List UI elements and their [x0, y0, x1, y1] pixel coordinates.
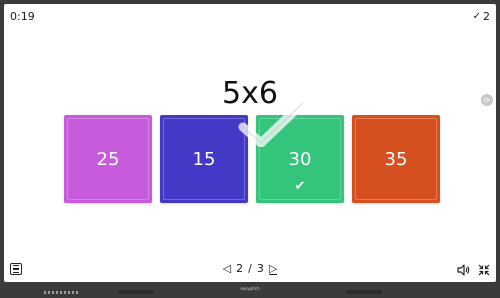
- quiz-screen: 0:19 ✓ 2 5x6 ⟳ 25 15 30 ✔ 35 ◁ 2 / 3 ▷: [4, 4, 496, 282]
- pagination: ◁ 2 / 3 ▷: [4, 262, 496, 275]
- correct-check-icon: ✔: [294, 179, 306, 194]
- bezel-ports: [44, 291, 80, 294]
- page-separator: /: [248, 262, 252, 275]
- bottom-toolbar: ◁ 2 / 3 ▷: [4, 260, 496, 282]
- answer-tile-35[interactable]: 35: [352, 115, 440, 203]
- refresh-icon[interactable]: ⟳: [481, 94, 493, 106]
- timer: 0:19: [10, 10, 35, 23]
- score-value: 2: [483, 10, 490, 23]
- next-page-icon[interactable]: ▷: [268, 263, 278, 275]
- previous-page-icon[interactable]: ◁: [223, 262, 231, 275]
- answer-label: 30: [288, 148, 312, 170]
- question-text: 5x6: [222, 76, 278, 111]
- exit-fullscreen-icon[interactable]: [478, 264, 490, 276]
- display-device: 0:19 ✓ 2 5x6 ⟳ 25 15 30 ✔ 35 ◁ 2 / 3 ▷ e…: [0, 0, 500, 298]
- answer-tile-25[interactable]: 25: [64, 115, 152, 203]
- answer-tile-30[interactable]: 30 ✔: [238, 98, 344, 203]
- current-page: 2: [236, 262, 244, 275]
- answer-label: 25: [96, 148, 120, 170]
- brand-logo: easypitch: [240, 286, 260, 291]
- score-counter: ✓ 2: [473, 10, 490, 23]
- answer-label: 15: [192, 148, 216, 170]
- total-pages: 3: [256, 262, 264, 275]
- answer-tile-15[interactable]: 15: [160, 115, 248, 203]
- answer-label: 35: [384, 148, 408, 170]
- check-icon: ✓: [472, 11, 481, 22]
- speaker-icon[interactable]: [457, 264, 470, 276]
